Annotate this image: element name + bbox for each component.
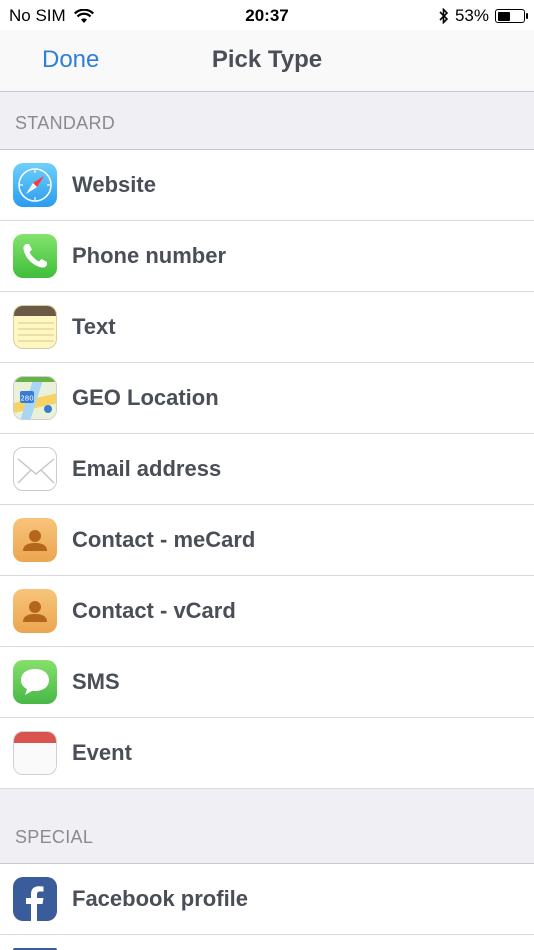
row-next-partial[interactable] [0,935,534,950]
navigation-bar: Done Pick Type [0,30,534,92]
row-contact-vcard[interactable]: Contact - vCard [0,576,534,647]
message-bubble-icon [13,660,57,704]
row-label: Phone number [72,243,227,268]
row-label: Contact - vCard [72,598,236,623]
row-label: Website [72,172,156,197]
safari-compass-icon [13,163,57,207]
section-header-standard: STANDARD [0,92,534,150]
status-bar: No SIM 20:37 53% [0,0,534,30]
bluetooth-icon [439,8,449,24]
maps-icon: 280 [13,376,57,420]
row-text[interactable]: Text [0,292,534,363]
facebook-icon [13,877,57,921]
row-website[interactable]: Website [0,150,534,221]
section-header-label: SPECIAL [15,827,94,847]
contact-person-icon [13,518,57,562]
row-label: Event [72,740,132,765]
page-title: Pick Type [211,46,323,73]
section-header-label: STANDARD [15,113,116,133]
row-sms[interactable]: SMS [0,647,534,718]
row-label: Contact - meCard [72,527,256,552]
row-facebook-profile[interactable]: Facebook profile [0,864,534,935]
notes-icon [13,305,57,349]
row-label: Facebook profile [72,886,249,911]
phone-icon [13,234,57,278]
row-geo-location[interactable]: 280 GEO Location [0,363,534,434]
row-label: SMS [72,669,120,694]
row-phone-number[interactable]: Phone number [0,221,534,292]
row-email-address[interactable]: Email address [0,434,534,505]
mail-envelope-icon [13,447,57,491]
status-right: 53% [439,6,528,26]
row-label: GEO Location [72,385,219,410]
section-header-special: SPECIAL [0,789,534,864]
contact-person-icon [13,589,57,633]
calendar-icon [13,731,57,775]
battery-level [497,11,511,21]
row-event[interactable]: Event [0,718,534,789]
svg-text:280: 280 [20,395,33,403]
row-contact-mecard[interactable]: Contact - meCard [0,505,534,576]
battery-icon [495,9,528,23]
battery-percent: 53% [454,6,489,25]
row-label: Text [72,314,116,339]
row-label: Email address [72,456,222,481]
